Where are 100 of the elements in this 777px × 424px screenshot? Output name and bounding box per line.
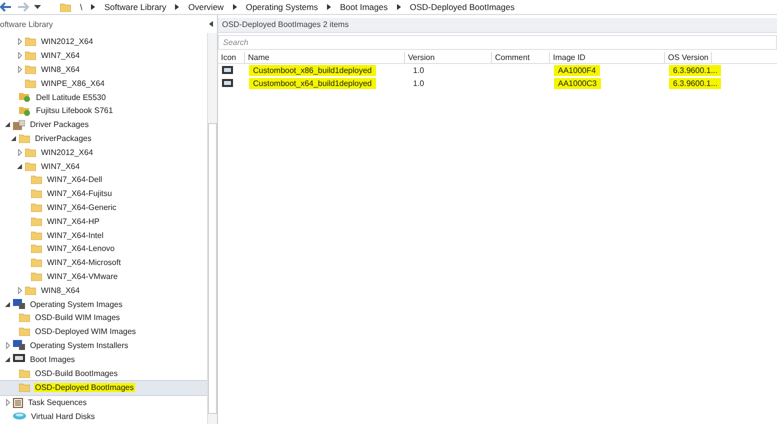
folder-icon <box>31 258 42 268</box>
folder-icon <box>31 216 42 226</box>
tree-item[interactable]: WIN7_X64-Intel <box>0 228 207 242</box>
folder-icon <box>31 202 42 212</box>
expanded-arrow-icon[interactable] <box>5 302 10 307</box>
chevron-right-icon[interactable] <box>91 4 96 10</box>
tree-item[interactable]: Dell Latitude E5530 <box>0 90 207 104</box>
breadcrumb-item[interactable]: Operating Systems <box>242 2 322 12</box>
tree-item-label: OSD-Build BootImages <box>34 368 119 378</box>
tree-item[interactable]: Task Sequences <box>0 396 207 410</box>
tree-item-label: WIN2012_X64 <box>40 148 94 157</box>
tree-item-label: Operating System Installers <box>29 340 130 350</box>
folder-icon <box>60 2 71 12</box>
breadcrumb-item[interactable]: OSD-Deployed BootImages <box>406 2 519 12</box>
table-cell-text: 1.0 <box>412 78 426 89</box>
list-title: OSD-Deployed BootImages 2 items <box>218 18 777 33</box>
chevron-right-icon[interactable] <box>232 4 237 10</box>
collapsed-arrow-icon[interactable] <box>18 52 22 60</box>
tree-item[interactable]: OSD-Deployed WIM Images <box>0 324 207 339</box>
table-cell: 6.3.9600.1... <box>669 78 722 89</box>
dropdown-caret-icon[interactable] <box>34 4 41 10</box>
collapsed-arrow-icon[interactable] <box>6 399 10 406</box>
folder-icon <box>31 244 42 254</box>
tree-item[interactable]: WIN7_X64-Microsoft <box>0 256 207 270</box>
tree-item[interactable]: Operating System Installers <box>0 338 207 352</box>
tree-item[interactable]: WIN7_X64-Fujitsu <box>0 186 207 201</box>
folder-icon <box>19 383 30 392</box>
chevron-right-icon[interactable] <box>326 4 331 10</box>
tree-item[interactable]: OSD-Build BootImages <box>0 366 207 380</box>
tree-item[interactable]: Driver Packages <box>0 118 207 132</box>
expanded-arrow-icon[interactable] <box>5 122 10 128</box>
tree-item[interactable]: WIN7_X64 <box>0 159 207 173</box>
column-header[interactable]: Comment <box>492 52 550 63</box>
column-header[interactable]: Icon <box>218 52 245 63</box>
tree-item-label: WIN7_X64-VMware <box>46 272 119 281</box>
tree-item-label: Operating System Images <box>29 300 124 309</box>
folder-icon <box>25 162 36 171</box>
tree-item-label: WIN7_X64-Intel <box>46 230 104 240</box>
folder-icon <box>19 313 30 322</box>
monitor-icon <box>13 354 25 364</box>
breadcrumb-item[interactable]: Boot Images <box>336 2 392 12</box>
tree-item-label: WIN7_X64 <box>40 51 81 60</box>
breadcrumb-item[interactable]: Software Library <box>100 2 170 12</box>
tree-item[interactable]: WIN7_X64-VMware <box>0 270 207 284</box>
folder-icon <box>25 37 36 46</box>
scrollbar[interactable] <box>207 33 217 424</box>
tree-item-label: WIN7_X64-Microsoft <box>46 258 122 268</box>
tree-item[interactable]: Operating System Images <box>0 297 207 311</box>
collapse-arrow-icon[interactable] <box>209 21 213 27</box>
chevron-right-icon[interactable] <box>175 4 180 10</box>
root-crumb[interactable]: \ <box>76 2 86 12</box>
tree-item[interactable]: OSD-Build WIM Images <box>0 310 207 325</box>
table-cell: Customboot_x64_build1deployed <box>249 78 376 89</box>
tree-item-label: Boot Images <box>29 354 76 364</box>
folder-icon <box>19 327 30 336</box>
collapsed-arrow-icon[interactable] <box>18 286 22 294</box>
tree-item[interactable]: WIN2012_X64 <box>0 145 207 160</box>
column-header[interactable]: Version <box>405 52 492 63</box>
task-list-icon <box>13 398 23 408</box>
chevron-right-icon[interactable] <box>396 4 401 10</box>
tree-item[interactable]: WIN7_X64-Lenovo <box>0 242 207 256</box>
collapsed-arrow-icon[interactable] <box>18 66 22 73</box>
tree-item[interactable]: WIN7_X64-Generic <box>0 200 207 214</box>
tree-item-label: WIN7_X64-Fujitsu <box>46 189 113 198</box>
breadcrumb-item[interactable]: Overview <box>184 2 228 12</box>
monitor-icon <box>222 66 233 75</box>
tree-item[interactable]: Virtual Hard Disks <box>0 410 207 424</box>
search-field[interactable]: Search <box>218 35 777 50</box>
tree-item[interactable]: WIN7_X64-HP <box>0 214 207 228</box>
table-cell: 6.3.9600.1... <box>669 65 722 76</box>
expanded-arrow-icon[interactable] <box>5 356 10 362</box>
folder-icon <box>25 64 36 74</box>
tree-item[interactable]: WIN7_X64 <box>0 48 207 63</box>
column-header[interactable]: Name <box>245 52 405 63</box>
folder-icon <box>31 230 42 240</box>
collapsed-arrow-icon[interactable] <box>18 148 22 156</box>
expanded-arrow-icon[interactable] <box>11 136 16 141</box>
column-header[interactable]: OS Version <box>665 52 712 63</box>
tree-item[interactable]: DriverPackages <box>0 132 207 146</box>
collapsed-arrow-icon[interactable] <box>6 342 10 349</box>
tree-item-label: DriverPackages <box>34 134 92 143</box>
tree-item[interactable]: WINPE_X86_X64 <box>0 76 207 90</box>
column-header[interactable]: Image ID <box>550 52 665 63</box>
tree-item[interactable]: WIN7_X64-Dell <box>0 172 207 187</box>
collapsed-arrow-icon[interactable] <box>18 38 22 46</box>
computer-screen-icon <box>13 299 25 310</box>
folder-icon <box>25 78 36 88</box>
selected-tree-item[interactable]: OSD-Deployed BootImages <box>0 380 207 396</box>
tree-item[interactable]: WIN8_X64 <box>0 283 207 298</box>
tree-item[interactable]: WIN8_X64 <box>0 62 207 76</box>
expanded-arrow-icon[interactable] <box>17 164 22 169</box>
tree-item[interactable]: Fujitsu Lifebook S761 <box>0 104 207 118</box>
tree-item[interactable]: Boot Images <box>0 352 207 366</box>
tree-item[interactable]: WIN2012_X64 <box>0 35 207 49</box>
folder-icon <box>31 175 42 184</box>
tree-item-label: OSD-Deployed WIM Images <box>34 327 137 336</box>
scrollbar-thumb[interactable] <box>208 123 217 414</box>
folder-icon <box>31 272 42 281</box>
back-arrow-icon[interactable] <box>0 2 12 12</box>
tree-item-label: WINPE_X86_X64 <box>40 78 106 88</box>
